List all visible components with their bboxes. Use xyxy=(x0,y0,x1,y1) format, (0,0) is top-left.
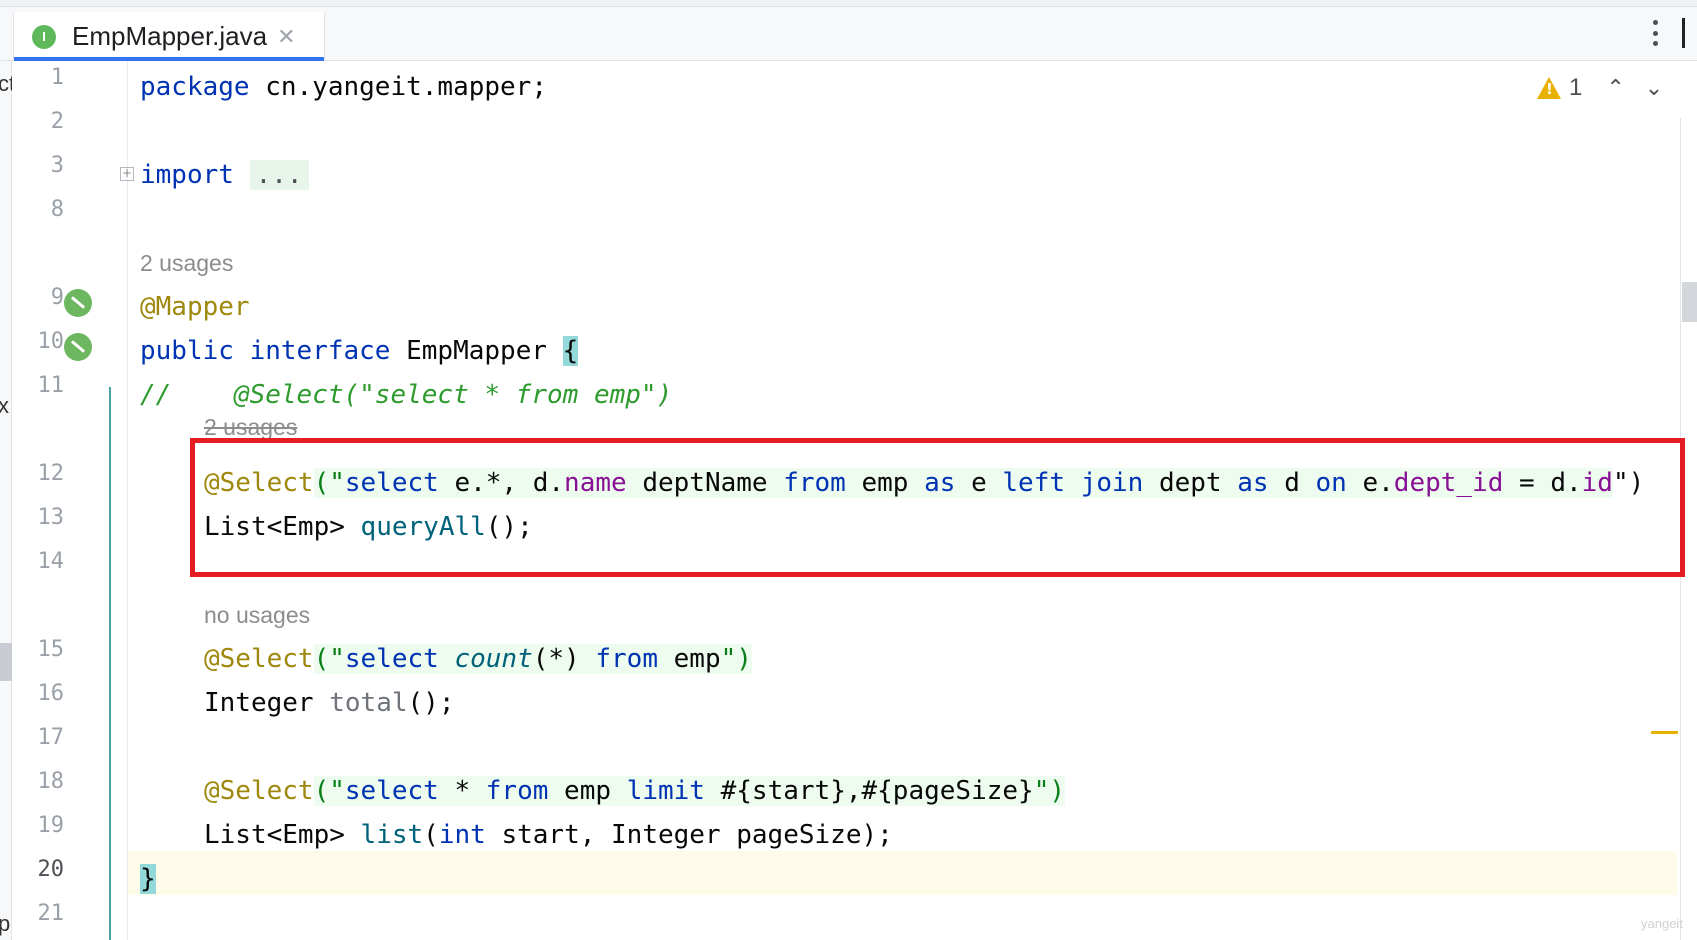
project-panel-selection xyxy=(0,643,12,681)
line-number: 16 xyxy=(37,681,65,706)
brace: { xyxy=(562,336,579,366)
line-number: 19 xyxy=(37,813,65,838)
annotation: @Select xyxy=(204,644,314,674)
code-line-19: List<Emp> list(int start, Integer pageSi… xyxy=(204,820,893,850)
highlight-box xyxy=(190,438,1685,577)
keyword: import xyxy=(140,160,234,190)
next-highlight-icon[interactable]: ⌄ xyxy=(1645,75,1663,101)
sql-token: count xyxy=(454,644,533,674)
tab-bar-top-strip xyxy=(0,0,1697,7)
inspection-widget[interactable]: 1 ⌃ ⌄ xyxy=(1537,71,1663,105)
line-number: 1 xyxy=(50,65,64,90)
sql-string: ("select count(*) from emp") xyxy=(313,644,752,674)
vcs-change-marker xyxy=(109,387,111,940)
sql-query: select count(*) from emp xyxy=(345,644,721,674)
tab-title: EmpMapper.java xyxy=(72,21,268,51)
line-number: 8 xyxy=(50,197,64,222)
editor-gutter: 1 2 3 8 9 10 11 12 13 14 15 16 17 18 19 … xyxy=(12,61,128,940)
line-number: 12 xyxy=(37,461,65,486)
interface-name: EmpMapper xyxy=(406,336,548,366)
brace: } xyxy=(140,864,156,894)
sql-token: * xyxy=(438,776,486,806)
project-panel-fragment: p xyxy=(0,911,11,936)
watermark: yangeit xyxy=(1641,916,1683,931)
line-number: 9 xyxy=(50,285,64,310)
tab-empmapper[interactable]: I EmpMapper.java ✕ xyxy=(13,12,325,61)
fold-expand-icon[interactable]: + xyxy=(120,167,134,181)
code-line-10: public interface EmpMapper { xyxy=(140,329,579,373)
usages-hint[interactable]: 2 usages xyxy=(140,241,233,285)
return-type: Integer xyxy=(204,688,314,718)
editor-tab-bar: I EmpMapper.java ✕ xyxy=(0,0,1697,61)
keyword: public xyxy=(140,336,234,366)
scrollbar-thumb[interactable] xyxy=(1682,282,1697,322)
sql-token: from xyxy=(485,776,549,806)
sql-query: select * from emp limit #{start},#{pageS… xyxy=(345,776,1034,806)
line-number: 20 xyxy=(37,857,65,882)
annotation: @Mapper xyxy=(140,292,250,322)
sql-token: #{start},#{pageSize} xyxy=(704,776,1034,806)
line-number: 13 xyxy=(37,505,65,530)
warning-stripe-mark[interactable] xyxy=(1651,731,1678,734)
code-line-18: @Select("select * from emp limit #{start… xyxy=(204,769,1066,813)
warning-count[interactable]: 1 xyxy=(1569,74,1582,102)
keyword: interface xyxy=(249,336,391,366)
line-number: 3 xyxy=(50,153,64,178)
code-line-20: } xyxy=(140,857,156,901)
method-name: list xyxy=(360,820,424,850)
sql-token: limit xyxy=(626,776,705,806)
code-line-15: @Select("select count(*) from emp") xyxy=(204,637,752,681)
sql-token: emp xyxy=(658,644,721,674)
keyword: package xyxy=(140,72,250,102)
more-options-icon[interactable] xyxy=(1645,18,1665,48)
sql-token: from xyxy=(595,644,658,674)
sql-token: (*) xyxy=(532,644,596,674)
sql-string: ("select * from emp limit #{start},#{pag… xyxy=(313,776,1066,806)
line-number: 14 xyxy=(37,549,65,574)
line-number: 18 xyxy=(37,769,65,794)
return-type: List<Emp> xyxy=(204,820,345,850)
project-panel-edge: ct x p xyxy=(0,61,15,940)
line-number: 11 xyxy=(37,373,65,398)
code-line-1: package cn.yangeit.mapper; xyxy=(140,65,547,109)
code-line-16: Integer total(); xyxy=(204,688,455,718)
code-line-9: @Mapper xyxy=(140,285,250,329)
line-number: 15 xyxy=(37,637,65,662)
sql-token: emp xyxy=(548,776,627,806)
line-number: 10 xyxy=(37,329,65,354)
sql-token: select xyxy=(344,644,439,674)
mybatis-mapper-icon[interactable] xyxy=(64,289,92,317)
previous-highlight-icon[interactable]: ⌃ xyxy=(1606,75,1624,101)
ide-editor-window: I EmpMapper.java ✕ ct x p 1 2 3 8 9 10 1… xyxy=(0,0,1697,940)
annotation: @Select xyxy=(204,776,314,806)
sql-token: select xyxy=(344,776,439,806)
usages-hint[interactable]: no usages xyxy=(204,593,310,637)
project-panel-fragment: x xyxy=(0,393,9,418)
parameters: start, Integer pageSize); xyxy=(485,820,893,850)
warning-icon[interactable] xyxy=(1537,77,1561,99)
comment: // xyxy=(140,380,172,410)
folded-imports[interactable]: ... xyxy=(249,160,309,190)
line-number: 21 xyxy=(37,901,65,926)
panel-edge xyxy=(1682,18,1685,48)
package-name: cn.yangeit.mapper; xyxy=(249,72,547,102)
close-icon[interactable]: ✕ xyxy=(277,24,295,50)
line-number: 17 xyxy=(37,725,65,750)
keyword: int xyxy=(438,820,486,850)
method-name: total xyxy=(329,688,408,718)
code-line-3: + import ... xyxy=(120,153,309,197)
interface-icon: I xyxy=(32,24,56,49)
spring-bean-icon[interactable] xyxy=(64,333,92,361)
line-number: 2 xyxy=(50,109,64,134)
